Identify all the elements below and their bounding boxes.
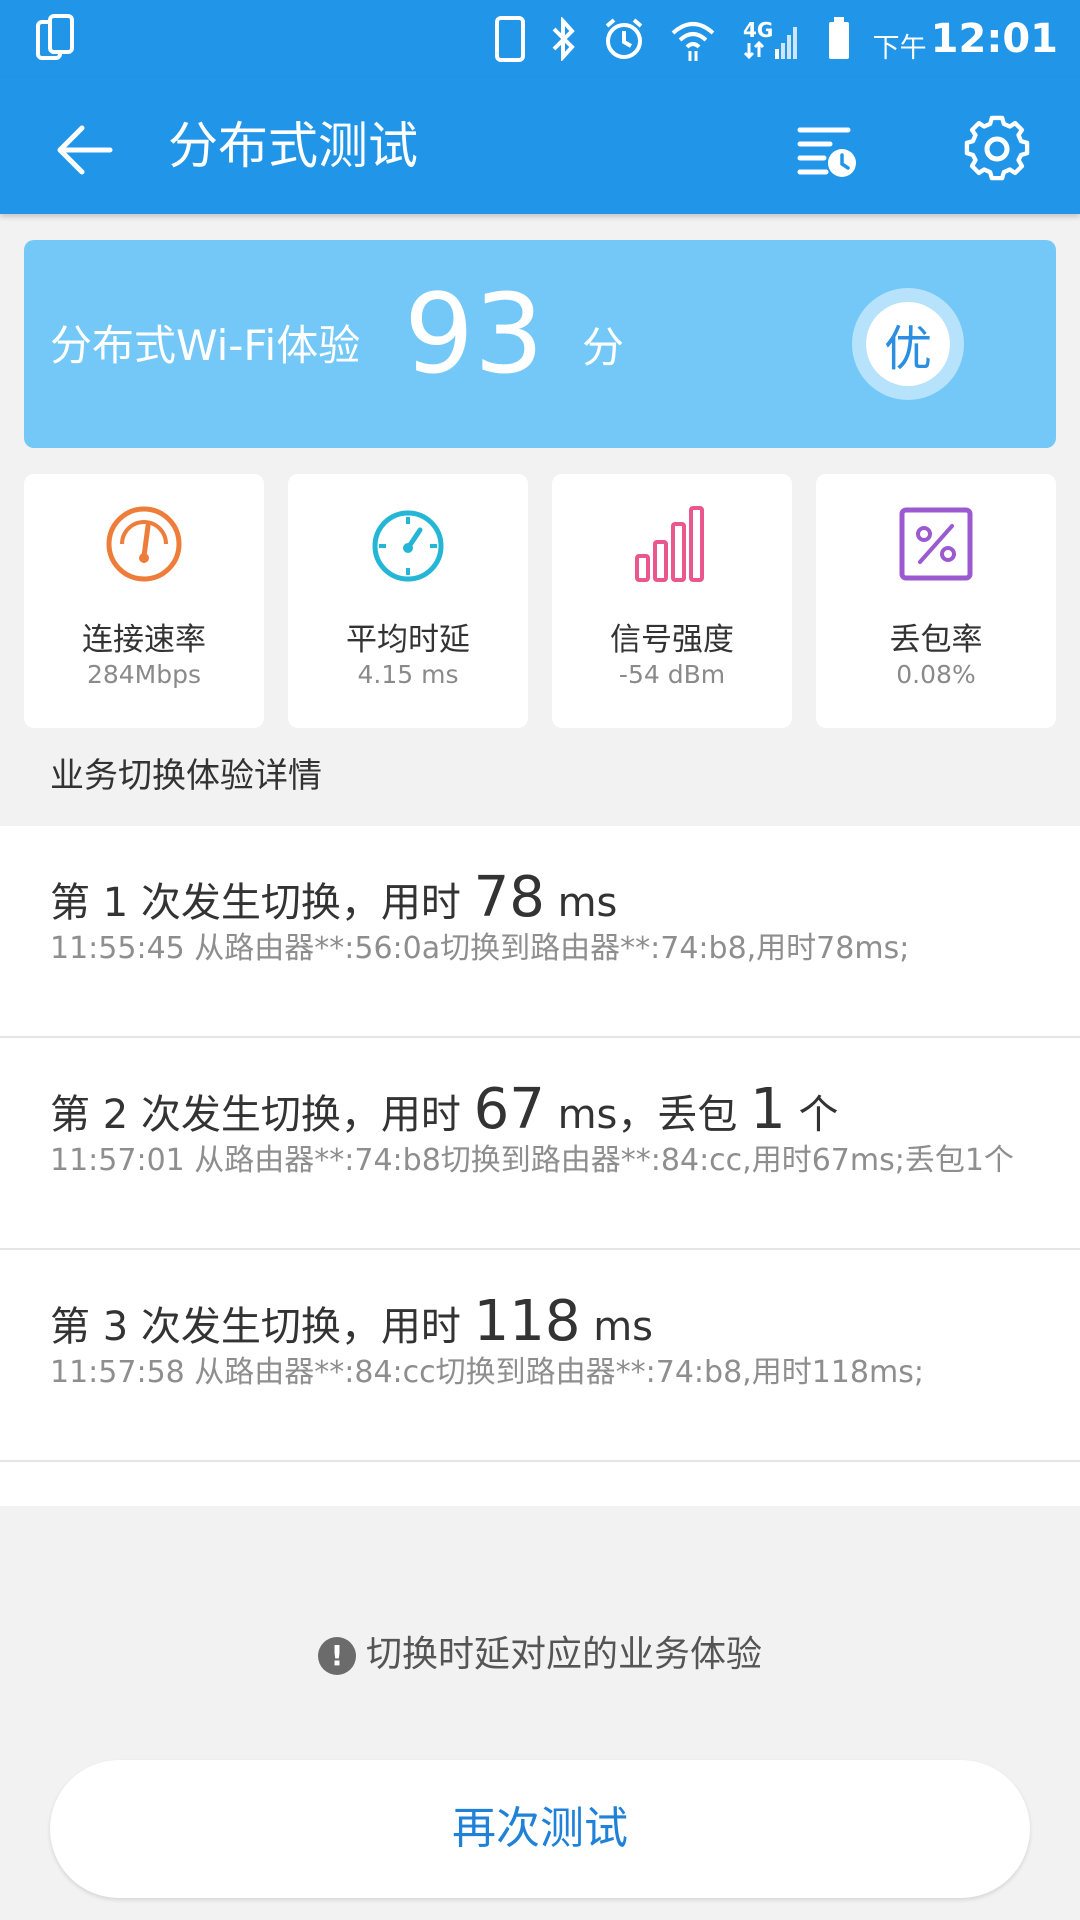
metric-card-latency: 平均时延 4.15 ms [288,474,528,728]
grade-text: 优 [866,302,950,386]
event-unit: ms [544,1092,618,1138]
event-prefix: 第 3 次发生切换，用时 [50,1304,474,1350]
info-link-text: 切换时延对应的业务体验 [365,1634,762,1675]
info-icon: ! [317,1637,356,1675]
list-item[interactable]: 第 3 次发生切换，用时 118 ms 11:57:58 从路由器**:84:c… [0,1250,1080,1462]
metric-value: 4.15 ms [357,660,459,689]
event-prefix: 第 1 次发生切换，用时 [50,880,474,926]
event-headline: 第 2 次发生切换，用时 67 ms，丢包 1 个 [50,1076,838,1149]
metric-value: 284Mbps [86,660,202,689]
svg-text:4G: 4G [743,18,773,42]
metric-card-packet-loss: 丢包率 0.08% [816,474,1056,728]
event-headline: 第 1 次发生切换，用时 78 ms [50,864,617,937]
event-detail: 11:55:45 从路由器**:56:0a切换到路由器**:74:b8,用时78… [50,931,910,966]
score-card: 分布式Wi-Fi体验 93 分 优 [24,240,1056,448]
time-period: 下午 [872,32,927,64]
phone-clone-icon [36,14,74,60]
percent-icon [899,507,973,581]
event-loss-text: ，丢包 [617,1092,751,1138]
bluetooth-icon [551,17,577,61]
stopwatch-icon [372,510,444,582]
score-label: 分布式Wi-Fi体验 [50,321,361,370]
history-list-icon[interactable] [796,118,860,182]
metric-card-speed: 连接速率 284Mbps [24,474,264,728]
clock: 12:01 [930,16,1058,62]
speedometer-icon [106,506,182,582]
score-value: 93 [404,270,544,398]
app-bar: 分布式测试 [0,78,1080,214]
battery-icon [827,17,851,61]
event-duration: 78 [473,865,545,930]
alarm-icon [603,17,645,61]
section-title: 业务切换体验详情 [50,756,322,796]
metric-value: -54 dBm [618,660,726,689]
metric-value: 0.08% [896,660,976,689]
wifi-icon [671,17,715,61]
metric-card-signal: 信号强度 -54 dBm [552,474,792,728]
back-arrow-icon[interactable] [52,118,116,182]
mobile-data-icon: 4G [741,17,801,61]
event-headline: 第 3 次发生切换，用时 118 ms [50,1288,653,1361]
score-unit: 分 [582,323,625,372]
event-detail: 11:57:01 从路由器**:74:b8切换到路由器**:84:cc,用时67… [50,1143,1014,1178]
list-item[interactable]: 第 1 次发生切换，用时 78 ms 11:55:45 从路由器**:56:0a… [0,826,1080,1038]
page-title: 分布式测试 [168,117,418,175]
event-prefix: 第 2 次发生切换，用时 [50,1092,474,1138]
event-loss-count: 1 [750,1077,786,1142]
list-item[interactable]: 第 2 次发生切换，用时 67 ms，丢包 1 个 11:57:01 从路由器*… [0,1038,1080,1250]
signal-bars-icon [635,506,704,582]
metric-label: 平均时延 [346,622,470,658]
event-unit: ms [544,880,618,926]
grade-badge: 优 [852,288,964,400]
device-icon [494,16,525,62]
event-loss-unit: 个 [785,1092,839,1138]
event-unit: ms [580,1304,654,1350]
event-duration: 118 [473,1289,581,1354]
status-bar: 4G 下午 12:01 [0,0,1080,78]
event-detail: 11:57:58 从路由器**:84:cc切换到路由器**:74:b8,用时11… [50,1355,924,1390]
event-duration: 67 [473,1077,545,1142]
retest-button[interactable]: 再次测试 [50,1760,1030,1898]
switch-event-list: 第 1 次发生切换，用时 78 ms 11:55:45 从路由器**:56:0a… [0,826,1080,1506]
metric-label: 丢包率 [889,622,983,658]
latency-experience-link[interactable]: ! 切换时延对应的业务体验 [0,1628,1080,1682]
metric-label: 信号强度 [610,622,734,658]
gear-icon[interactable] [962,114,1032,184]
metric-label: 连接速率 [82,622,206,658]
